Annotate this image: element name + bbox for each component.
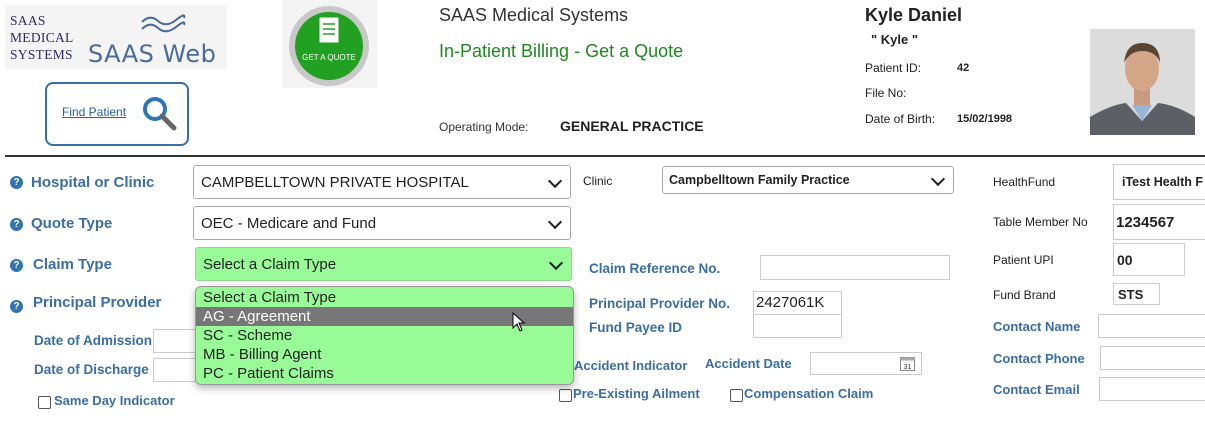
wave-logo-icon bbox=[141, 14, 186, 33]
chevron-down-icon bbox=[547, 173, 563, 189]
clinic-select-value: Campbelltown Family Practice bbox=[669, 173, 850, 187]
fund-payee-label: Fund Payee ID bbox=[589, 320, 683, 335]
claim-type-dropdown-list: Select a Claim Type AG - Agreement SC - … bbox=[195, 286, 574, 385]
chevron-down-icon bbox=[548, 255, 564, 271]
fund-brand-input[interactable]: STS bbox=[1113, 283, 1160, 305]
patient-upi-input[interactable]: 00 bbox=[1113, 243, 1185, 276]
date-admission-label: Date of Admission bbox=[34, 333, 153, 348]
same-day-checkbox[interactable] bbox=[38, 396, 51, 409]
claim-type-option[interactable]: Select a Claim Type bbox=[196, 288, 573, 307]
accident-indicator-label: Accident Indicator bbox=[574, 358, 688, 373]
mouse-cursor-icon bbox=[512, 312, 526, 332]
patient-name: Kyle Daniel bbox=[865, 5, 963, 25]
help-icon[interactable]: ? bbox=[10, 300, 23, 313]
accident-date-label: Accident Date bbox=[705, 356, 792, 371]
fund-brand-label: Fund Brand bbox=[993, 288, 1056, 302]
calendar-icon[interactable]: 31 bbox=[900, 356, 915, 371]
quote-type-label: Quote Type bbox=[31, 215, 113, 232]
find-patient-link[interactable]: Find Patient bbox=[62, 105, 126, 119]
saas-logo-text: SAAS MEDICAL SYSTEMS bbox=[10, 12, 74, 63]
patient-id-value: 42 bbox=[957, 62, 970, 74]
chevron-down-icon bbox=[547, 214, 563, 230]
table-member-input[interactable]: 1234567 bbox=[1113, 204, 1205, 240]
operating-mode-value: GENERAL PRACTICE bbox=[560, 118, 704, 134]
patient-photo bbox=[1090, 29, 1195, 135]
hospital-label: Hospital or Clinic bbox=[31, 174, 155, 191]
contact-phone-label: Contact Phone bbox=[993, 351, 1085, 366]
claim-type-option[interactable]: PC - Patient Claims bbox=[196, 364, 573, 383]
healthfund-label: HealthFund bbox=[993, 175, 1056, 189]
date-admission-input[interactable] bbox=[153, 329, 198, 353]
hospital-select-value: CAMPBELLTOWN PRIVATE HOSPITAL bbox=[201, 174, 469, 191]
pre-existing-label: Pre-Existing Ailment bbox=[573, 386, 700, 401]
claim-ref-label: Claim Reference No. bbox=[589, 261, 721, 276]
claim-type-label: Claim Type bbox=[33, 256, 112, 273]
get-a-quote-icon: GET A QUOTE bbox=[289, 6, 369, 86]
logo-line-3: SYSTEMS bbox=[10, 47, 73, 62]
fund-payee-input[interactable] bbox=[753, 314, 842, 338]
contact-name-label: Contact Name bbox=[993, 319, 1081, 334]
clinic-label: Clinic bbox=[583, 174, 613, 188]
page-title: In-Patient Billing - Get a Quote bbox=[439, 41, 684, 61]
search-icon[interactable] bbox=[141, 95, 177, 131]
same-day-label: Same Day Indicator bbox=[54, 393, 175, 408]
healthfund-value: iTest Health F bbox=[1122, 175, 1204, 189]
help-icon[interactable]: ? bbox=[10, 218, 23, 231]
patient-photo-image bbox=[1090, 29, 1195, 135]
header-divider bbox=[5, 155, 1205, 157]
saas-web-logo: SAAS Web bbox=[88, 40, 217, 68]
dob-label: Date of Birth: bbox=[865, 112, 936, 126]
quote-type-select[interactable]: OEC - Medicare and Fund bbox=[193, 206, 571, 240]
logo-line-2: MEDICAL bbox=[10, 30, 74, 45]
quote-type-select-value: OEC - Medicare and Fund bbox=[201, 215, 377, 232]
clinic-select[interactable]: Campbelltown Family Practice bbox=[662, 166, 954, 194]
calendar-day: 31 bbox=[904, 364, 912, 371]
claim-type-select[interactable]: Select a Claim Type bbox=[195, 247, 572, 281]
app-title: SAAS Medical Systems bbox=[439, 5, 629, 25]
file-no-label: File No: bbox=[865, 86, 907, 100]
principal-provider-no-value: 2427061K bbox=[756, 294, 825, 311]
principal-provider-no-input[interactable]: 2427061K bbox=[753, 291, 842, 315]
claim-type-select-value: Select a Claim Type bbox=[203, 256, 337, 273]
claim-ref-input[interactable] bbox=[760, 255, 950, 280]
date-discharge-label: Date of Discharge bbox=[34, 362, 149, 377]
pre-existing-checkbox[interactable] bbox=[559, 389, 572, 402]
table-member-value: 1234567 bbox=[1116, 214, 1175, 231]
patient-upi-label: Patient UPI bbox=[993, 253, 1054, 267]
logo-line-1: SAAS bbox=[10, 13, 46, 28]
claim-type-option[interactable]: MB - Billing Agent bbox=[196, 345, 573, 364]
date-discharge-input[interactable] bbox=[153, 358, 198, 382]
operating-mode-label: Operating Mode: bbox=[439, 120, 529, 134]
table-member-label: Table Member No bbox=[993, 215, 1088, 229]
compensation-label: Compensation Claim bbox=[744, 386, 874, 401]
get-a-quote-logo-text: GET A QUOTE bbox=[302, 53, 356, 62]
compensation-checkbox[interactable] bbox=[730, 389, 743, 402]
contact-phone-input[interactable] bbox=[1100, 346, 1205, 370]
chevron-down-icon bbox=[930, 171, 946, 187]
contact-name-input[interactable] bbox=[1098, 314, 1205, 338]
contact-email-label: Contact Email bbox=[993, 382, 1080, 397]
patient-upi-value: 00 bbox=[1117, 252, 1133, 268]
principal-provider-label: Principal Provider bbox=[33, 294, 162, 311]
help-icon[interactable]: ? bbox=[10, 259, 23, 272]
patient-nickname: " Kyle " bbox=[871, 32, 919, 47]
help-icon[interactable]: ? bbox=[10, 176, 23, 189]
contact-email-input[interactable] bbox=[1099, 377, 1205, 401]
hospital-select[interactable]: CAMPBELLTOWN PRIVATE HOSPITAL bbox=[193, 165, 571, 199]
healthfund-input[interactable]: iTest Health F bbox=[1113, 164, 1205, 200]
patient-id-label: Patient ID: bbox=[865, 61, 922, 75]
principal-provider-no-label: Principal Provider No. bbox=[589, 296, 731, 311]
fund-brand-value: STS bbox=[1118, 287, 1144, 302]
dob-value: 15/02/1998 bbox=[957, 113, 1013, 125]
